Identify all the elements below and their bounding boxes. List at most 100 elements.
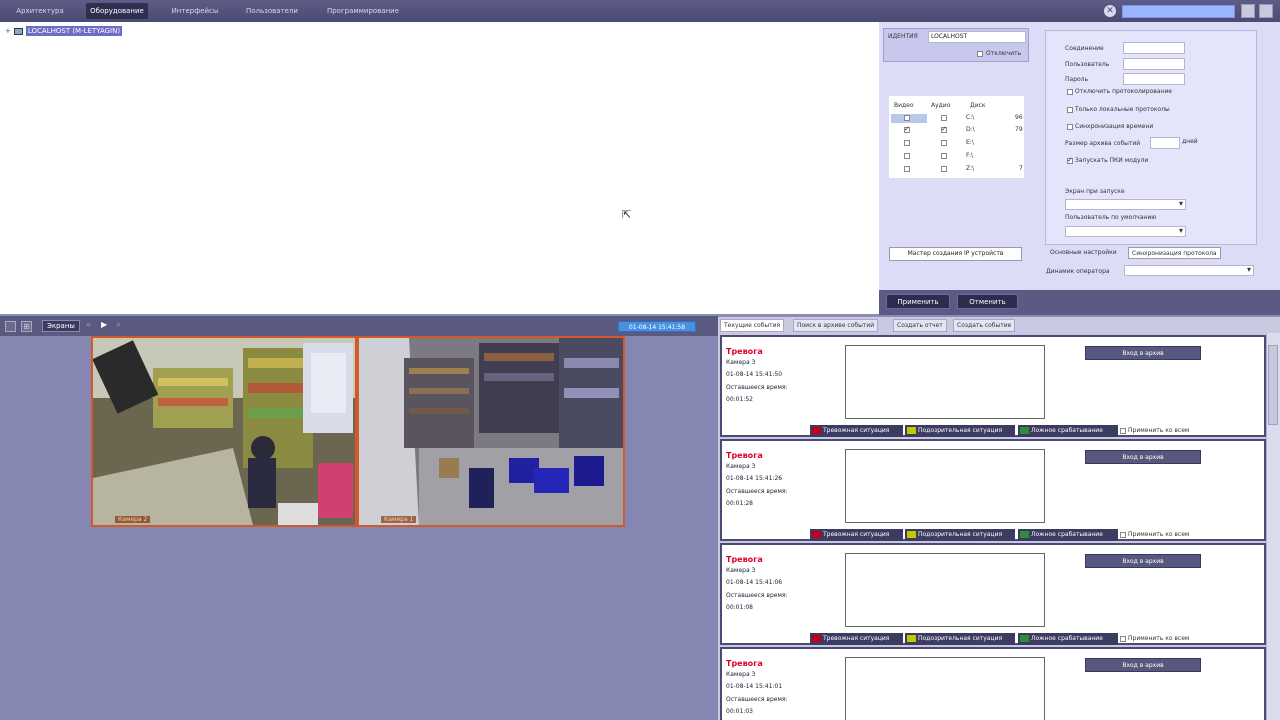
event-remaining: 00:01:28 [726, 500, 753, 507]
archive-button[interactable]: Вход в архив [1085, 554, 1201, 568]
main-settings-box: Соединение Пользователь Пароль Отключить… [1045, 30, 1257, 245]
video-toolbar [0, 316, 718, 336]
event-title: Тревога [726, 347, 763, 356]
camera-1-image [359, 338, 623, 525]
run-modules-checkbox[interactable] [1067, 156, 1073, 164]
archive-size-field[interactable] [1150, 137, 1180, 149]
apply-button[interactable]: Применить [886, 294, 950, 309]
sync-time-checkbox[interactable] [1067, 124, 1073, 130]
local-protocols-checkbox[interactable] [1067, 107, 1073, 113]
tab-users[interactable]: Пользователи [240, 3, 304, 19]
apply-all-checkbox [1120, 531, 1126, 538]
false-alarm-button[interactable]: Ложное срабатывание [1018, 425, 1118, 437]
days-label: дней [1182, 138, 1198, 145]
operator-dropdown[interactable] [1124, 265, 1254, 276]
col-disk: Диск [970, 102, 986, 109]
alarm-button[interactable]: Тревожная ситуация [810, 529, 903, 541]
close-icon[interactable]: ✕ [1104, 5, 1116, 17]
event-preview[interactable] [845, 657, 1045, 720]
event-title: Тревога [726, 555, 763, 564]
default-user-dropdown[interactable] [1065, 226, 1186, 237]
window-icon[interactable] [1241, 4, 1255, 18]
cancel-button[interactable]: Отменить [957, 294, 1018, 309]
camera-view-1[interactable]: Камера 1 [357, 336, 625, 527]
screen-on-start-dropdown[interactable] [1065, 199, 1186, 210]
event-card: Тревога Камера 3 01-08-14 15:41:01 Остав… [720, 647, 1266, 720]
alarm-color-icon [812, 635, 821, 642]
play-icon[interactable]: ▶ [101, 320, 107, 329]
event-remaining-label: Оставшееся время: [726, 488, 788, 495]
alarm-button[interactable]: Тревожная ситуация [810, 633, 903, 645]
tab-main-settings[interactable]: Основные настройки [1047, 247, 1120, 259]
event-remaining-label: Оставшееся время: [726, 592, 788, 599]
disable-protocol-label: Отключить протоколирование [1075, 88, 1172, 95]
expand-icon[interactable]: + [5, 27, 11, 35]
disable-protocol-checkbox[interactable] [1067, 89, 1073, 95]
event-camera: Камера 3 [726, 463, 756, 470]
tab-programming[interactable]: Программирование [322, 3, 404, 19]
tab-current-events[interactable]: Текущие события [720, 319, 785, 332]
archive-button[interactable]: Вход в архив [1085, 658, 1201, 672]
tab-equipment[interactable]: Оборудование [86, 3, 148, 19]
run-modules-label: Запускать ПКИ модули [1075, 157, 1149, 164]
user-field[interactable] [1123, 58, 1185, 70]
connection-label: Соединение [1065, 45, 1104, 52]
top-menu-bar: Архитектура Оборудование Интерфейсы Поль… [0, 0, 1280, 22]
event-remaining: 00:01:52 [726, 396, 753, 403]
tab-create-report[interactable]: Создать отчет [893, 319, 947, 332]
event-remaining-label: Оставшееся время: [726, 384, 788, 391]
apply-all-option[interactable]: Применить ко всем [1120, 531, 1189, 538]
scrollbar-thumb[interactable] [1268, 345, 1278, 425]
archive-button[interactable]: Вход в архив [1085, 450, 1201, 464]
apply-all-option[interactable]: Применить ко всем [1120, 427, 1189, 434]
suspicious-button[interactable]: Подозрительная ситуация [905, 529, 1015, 541]
event-preview[interactable] [845, 553, 1045, 627]
event-preview[interactable] [845, 449, 1045, 523]
id-field[interactable]: LOCALHOST [928, 31, 1026, 43]
alarm-color-icon [812, 427, 821, 434]
event-remaining: 00:01:03 [726, 708, 753, 715]
search-input[interactable] [1122, 5, 1235, 18]
rewind-icon[interactable]: « [86, 320, 91, 329]
tab-architecture[interactable]: Архитектура [8, 3, 72, 19]
trash-icon[interactable] [1259, 4, 1273, 18]
computer-icon [13, 27, 23, 35]
tab-sync-protocol[interactable]: Синхронизация протокола [1128, 247, 1221, 259]
suspicious-button[interactable]: Подозрительная ситуация [905, 425, 1015, 437]
false-color-icon [1020, 531, 1029, 538]
tab-archive-search[interactable]: Поиск в архиве событий [793, 319, 879, 332]
false-alarm-button[interactable]: Ложное срабатывание [1018, 529, 1118, 541]
false-alarm-button[interactable]: Ложное срабатывание [1018, 633, 1118, 645]
event-card: Тревога Камера 3 01-08-14 15:41:06 Остав… [720, 543, 1266, 645]
object-tree: + LOCALHOST (M-LETYAGIN) ⇱ [0, 22, 879, 314]
tree-node-localhost[interactable]: + LOCALHOST (M-LETYAGIN) [5, 25, 123, 37]
layout-grid-icon[interactable]: ⊞ [21, 321, 32, 332]
apply-all-option[interactable]: Применить ко всем [1120, 635, 1189, 642]
disable-label: Отключить [986, 50, 1022, 57]
connection-field[interactable] [1123, 42, 1185, 54]
false-color-icon [1020, 635, 1029, 642]
suspicious-button[interactable]: Подозрительная ситуация [905, 633, 1015, 645]
layout-single-icon[interactable] [5, 321, 16, 332]
archive-button[interactable]: Вход в архив [1085, 346, 1201, 360]
id-box: ИДЕНТИЯ LOCALHOST Отключить [883, 28, 1029, 62]
event-preview[interactable] [845, 345, 1045, 419]
event-card: Тревога Камера 3 01-08-14 15:41:50 Остав… [720, 335, 1266, 437]
forward-icon[interactable]: » [116, 320, 121, 329]
camera-view-2[interactable]: Камера 2 [91, 336, 357, 527]
disable-checkbox[interactable] [977, 51, 983, 57]
sync-time-label: Синхронизация времени [1075, 123, 1154, 130]
camera-1-label: Камера 1 [381, 516, 417, 523]
event-datetime: 01-08-14 15:41:01 [726, 683, 783, 690]
event-title: Тревога [726, 451, 763, 460]
screens-button[interactable]: Экраны [42, 320, 80, 332]
ip-wizard-button[interactable]: Мастер создания IP устройств [889, 247, 1022, 261]
col-audio: Аудио [931, 102, 951, 109]
password-field[interactable] [1123, 73, 1185, 85]
suspicious-color-icon [907, 531, 916, 538]
screen-on-start-label: Экран при запуске [1065, 188, 1125, 195]
tab-create-event[interactable]: Создать событие [953, 319, 1016, 332]
tab-interfaces[interactable]: Интерфейсы [164, 3, 226, 19]
alarm-button[interactable]: Тревожная ситуация [810, 425, 903, 437]
password-label: Пароль [1065, 76, 1089, 83]
